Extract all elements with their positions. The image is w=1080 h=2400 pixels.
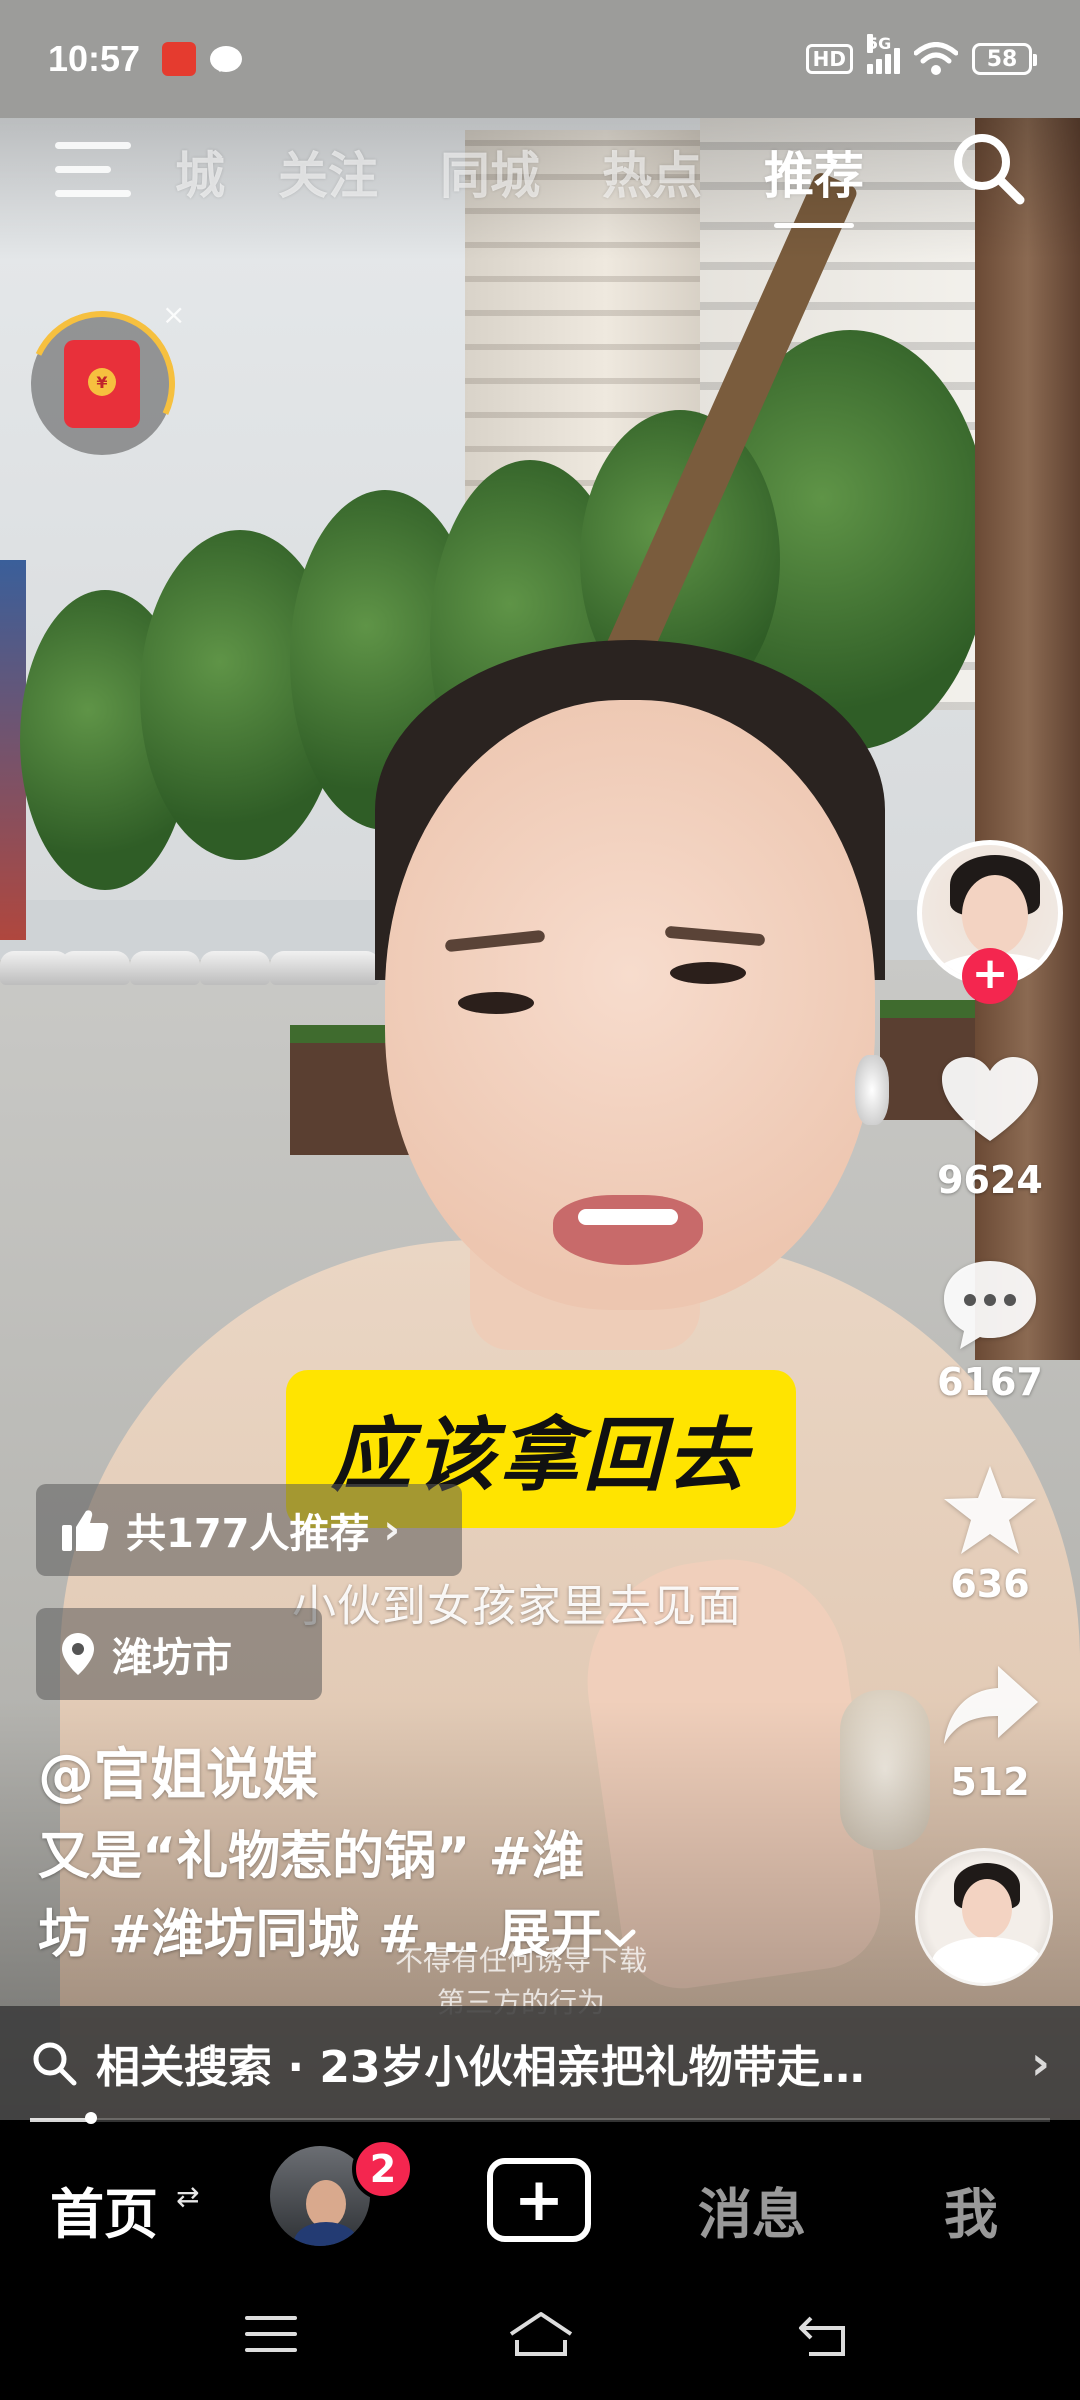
- video-subtitle: 小伙到女孩家里去见面: [292, 1581, 742, 1632]
- tab-hot[interactable]: 热点: [602, 136, 702, 208]
- video-person-mouth: [553, 1195, 703, 1265]
- follow-plus-button[interactable]: +: [962, 948, 1018, 1004]
- location-pin-icon: [62, 1633, 94, 1675]
- comment-button[interactable]: [935, 1255, 1045, 1355]
- share-count: 512: [950, 1760, 1030, 1804]
- like-button[interactable]: [935, 1050, 1045, 1150]
- video-progress-bar[interactable]: [30, 2112, 1050, 2124]
- home-icon[interactable]: [505, 2308, 577, 2360]
- video-person-earring: [855, 1055, 889, 1125]
- thumbs-up-icon: [62, 1510, 109, 1551]
- chat-bubble-icon: [210, 46, 243, 72]
- wifi-icon: [914, 42, 958, 75]
- favorite-button[interactable]: [935, 1460, 1045, 1560]
- chevron-right-icon: ›: [1031, 2036, 1050, 2090]
- bottom-navigation: 首页 ⇄ 2 + 消息 我: [0, 2124, 1080, 2284]
- notification-badge: 2: [352, 2138, 414, 2200]
- cellular-signal-icon: 5G: [867, 34, 900, 74]
- tab-mall[interactable]: 城: [175, 136, 225, 208]
- notification-app-icon: [162, 42, 197, 76]
- video-cars: [0, 925, 400, 985]
- red-packet-button[interactable]: ¥: [8, 290, 196, 478]
- hd-indicator: HD: [805, 44, 853, 74]
- heart-icon: [942, 1057, 1038, 1141]
- back-icon[interactable]: [795, 2310, 851, 2360]
- close-icon[interactable]: ×: [162, 298, 185, 331]
- location-pill[interactable]: 潍坊市: [36, 1608, 322, 1700]
- plus-icon: +: [513, 2165, 565, 2235]
- star-icon: [944, 1466, 1036, 1554]
- tab-following[interactable]: 关注: [278, 136, 378, 208]
- network-type: 5G: [867, 34, 892, 53]
- nav-home[interactable]: 首页: [50, 2170, 158, 2249]
- recommend-count-pill[interactable]: 共177人推荐 ›: [36, 1484, 462, 1576]
- description-line: 又是“礼物惹的锅” #潍: [38, 1827, 585, 1887]
- favorite-count: 636: [950, 1562, 1030, 1606]
- red-envelope-icon: ¥: [64, 340, 140, 428]
- search-icon[interactable]: [948, 128, 1028, 208]
- author-name[interactable]: @官姐说媒: [38, 1730, 318, 1811]
- recommend-count-text: 共177人推荐: [126, 1511, 370, 1557]
- related-search-bar[interactable]: 相关搜索 · 23岁小伙相亲把礼物带走… ›: [0, 2006, 1080, 2120]
- top-navigation: 城 关注 同城 热点 推荐: [0, 118, 1080, 228]
- related-search-text: 相关搜索 · 23岁小伙相亲把礼物带走…: [96, 2042, 865, 2093]
- switch-arrows-icon[interactable]: ⇄: [176, 2180, 199, 2213]
- tab-nearby[interactable]: 同城: [440, 136, 540, 208]
- menu-icon[interactable]: [55, 136, 131, 202]
- comment-icon: [944, 1261, 1036, 1349]
- status-time: 10:57: [48, 38, 141, 79]
- video-person-eye: [670, 962, 746, 984]
- music-disc[interactable]: [915, 1848, 1053, 1986]
- chevron-right-icon: ›: [383, 1507, 400, 1553]
- video-person-eye: [458, 992, 534, 1014]
- progress-knob[interactable]: [85, 2112, 98, 2124]
- battery-indicator: 58: [972, 43, 1037, 75]
- create-post-button[interactable]: +: [487, 2158, 591, 2242]
- nav-me[interactable]: 我: [944, 2170, 998, 2249]
- disclaimer-line: 不得有任何诱导下载: [395, 1944, 648, 1977]
- status-bar: 10:57 HD 5G 58: [0, 0, 1080, 118]
- status-right-group: HD 5G 58: [805, 34, 1037, 76]
- comment-count: 6167: [937, 1360, 1043, 1404]
- nav-messages[interactable]: 消息: [698, 2170, 806, 2249]
- share-arrow-icon: [944, 1666, 1038, 1744]
- progress-fill: [30, 2118, 92, 2122]
- yuan-coin: ¥: [88, 368, 116, 396]
- search-icon: [33, 2042, 77, 2086]
- location-text: 潍坊市: [112, 1635, 232, 1681]
- like-count: 9624: [937, 1158, 1043, 1202]
- share-button[interactable]: [935, 1655, 1045, 1755]
- recent-apps-icon[interactable]: [245, 2316, 297, 2356]
- system-navigation-bar: [0, 2284, 1080, 2400]
- tab-recommend[interactable]: 推荐: [764, 136, 864, 228]
